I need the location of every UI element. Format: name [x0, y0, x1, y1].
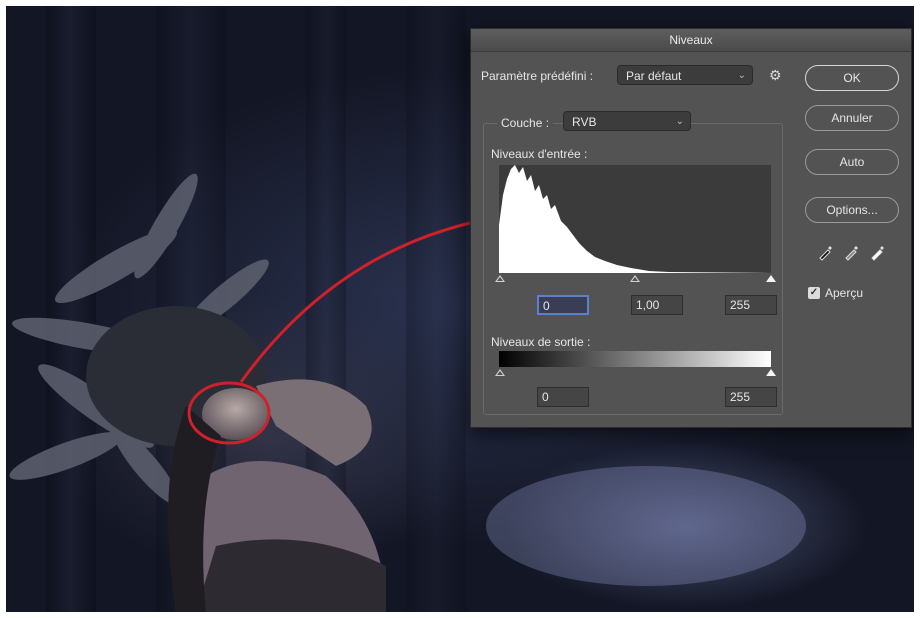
- input-white-field[interactable]: 255: [725, 295, 777, 315]
- channel-value: RVB: [572, 115, 597, 129]
- cancel-button[interactable]: Annuler: [805, 105, 899, 131]
- output-white-field[interactable]: 255: [725, 387, 777, 407]
- highlight-circle: [187, 381, 271, 445]
- gray-eyedropper-icon[interactable]: [843, 243, 861, 261]
- chevron-down-icon: ⌄: [675, 116, 684, 127]
- ok-button[interactable]: OK: [805, 65, 899, 91]
- output-black-slider[interactable]: [495, 369, 505, 376]
- output-gradient: [499, 351, 771, 367]
- channel-label: Couche :: [497, 116, 554, 130]
- input-black-field[interactable]: 0: [537, 295, 589, 315]
- preview-label: Aperçu: [825, 286, 864, 300]
- input-black-slider[interactable]: [495, 275, 505, 282]
- input-gamma-slider[interactable]: [630, 275, 640, 282]
- preset-value: Par défaut: [626, 69, 682, 83]
- output-black-field[interactable]: 0: [537, 387, 589, 407]
- dialog-title: Niveaux: [471, 29, 911, 52]
- background-photo: Niveaux Paramètre prédéfini : Par défaut…: [6, 6, 914, 612]
- output-white-slider[interactable]: [766, 369, 776, 376]
- gear-icon[interactable]: ⚙: [769, 67, 785, 83]
- levels-dialog: Niveaux Paramètre prédéfini : Par défaut…: [470, 28, 912, 428]
- chevron-down-icon: ⌄: [737, 70, 746, 81]
- histogram-graph: [499, 165, 771, 273]
- preset-select[interactable]: Par défaut ⌄: [617, 65, 753, 85]
- input-white-slider[interactable]: [766, 275, 776, 282]
- black-eyedropper-icon[interactable]: [817, 243, 835, 261]
- preview-checkbox[interactable]: ✓: [808, 287, 820, 299]
- output-levels-label: Niveaux de sortie :: [491, 335, 591, 349]
- options-button[interactable]: Options...: [805, 197, 899, 223]
- preset-label: Paramètre prédéfini :: [481, 69, 594, 83]
- auto-button[interactable]: Auto: [805, 149, 899, 175]
- input-levels-label: Niveaux d'entrée :: [491, 147, 588, 161]
- channel-select[interactable]: RVB ⌄: [563, 111, 691, 131]
- input-gamma-field[interactable]: 1,00: [631, 295, 683, 315]
- white-eyedropper-icon[interactable]: [869, 243, 887, 261]
- histogram: [499, 165, 771, 273]
